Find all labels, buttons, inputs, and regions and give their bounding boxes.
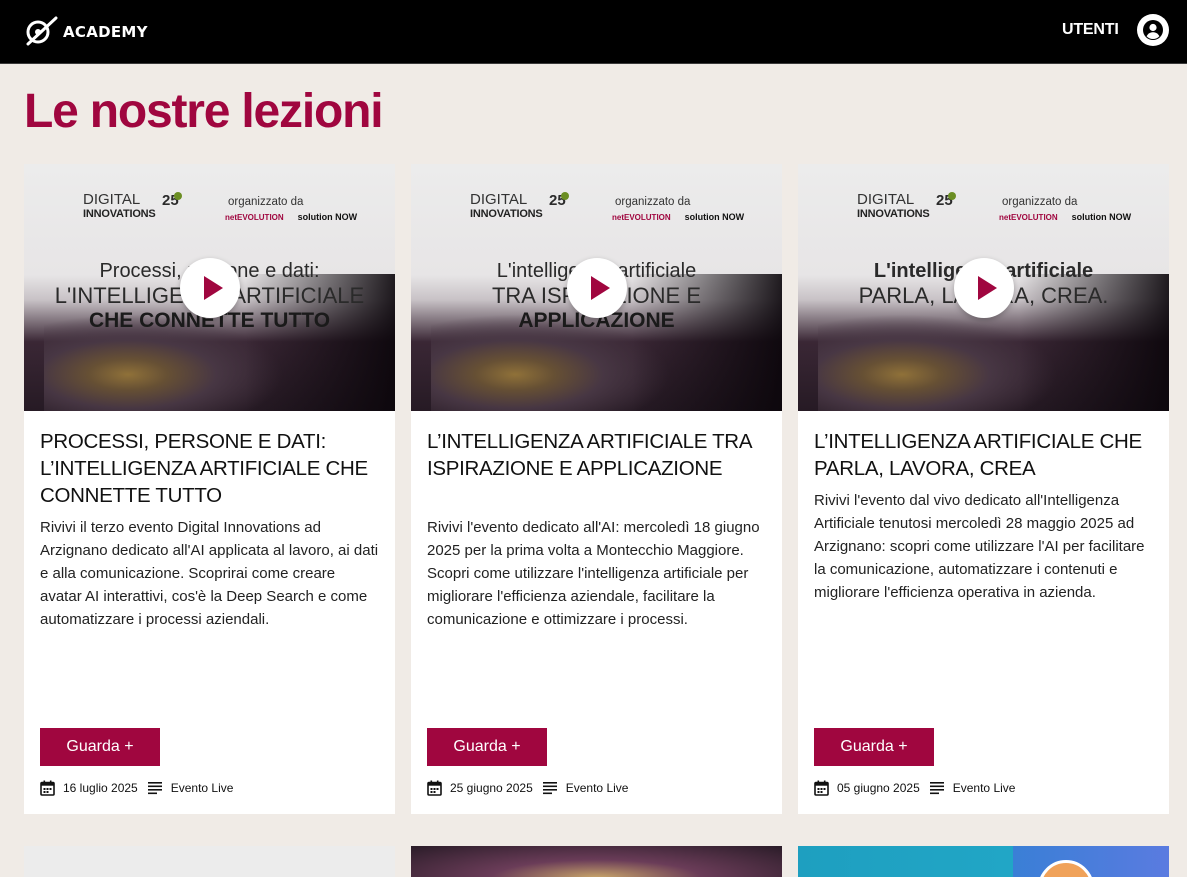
organizer-label: organizzato da [615, 196, 691, 208]
brand-label: ACADEMY [63, 22, 148, 41]
lesson-card: DIGITAL INNOVATIONS 25 organizzato da net… [411, 164, 782, 814]
lesson-meta: 16 luglio 2025 Evento Live [40, 778, 233, 798]
lesson-date: 25 giugno 2025 [450, 781, 533, 795]
lesson-type: Evento Live [170, 781, 234, 795]
text-lines-icon [929, 781, 944, 794]
event-brand: DIGITAL INNOVATIONS [470, 191, 543, 220]
academy-logo[interactable]: ACADEMY [24, 14, 148, 46]
logo-mark-icon [26, 16, 58, 46]
lesson-title[interactable]: L’INTELLIGENZA ARTIFICIALE CHE PARLA, LA… [814, 428, 1154, 482]
lesson-thumbnail[interactable]: DIGITAL INNOVATIONS 25 organizzato da net… [798, 164, 1169, 411]
play-icon[interactable] [954, 258, 1014, 318]
page-title: Le nostre lezioni [24, 85, 384, 138]
lesson-date: 16 luglio 2025 [63, 781, 138, 795]
lesson-type: Evento Live [565, 781, 629, 795]
lesson-type: Evento Live [952, 781, 1016, 795]
lesson-description: Rivivi il terzo evento Digital Innovatio… [40, 519, 379, 628]
event-year-badge: 25 [549, 192, 577, 218]
nav-users-link[interactable]: UTENTI [1062, 21, 1119, 39]
top-navbar: ACADEMY UTENTI [0, 0, 1187, 64]
user-avatar-button[interactable] [1137, 14, 1169, 46]
lesson-thumbnail[interactable]: DIGITAL INNOVATIONS 25 organizzato da net… [411, 164, 782, 411]
calendar-icon [814, 780, 829, 796]
lesson-thumbnail[interactable]: DIGITAL INNOVATIONS 25 organizzato da net… [24, 164, 395, 411]
watch-button[interactable]: Guarda + [427, 728, 547, 766]
lesson-card-peek[interactable] [411, 846, 782, 877]
lesson-meta: 05 giugno 2025 Evento Live [814, 778, 1015, 798]
organizer-logos: netEVOLUTION solution NOW [612, 212, 745, 222]
event-brand: DIGITAL INNOVATIONS [83, 191, 156, 220]
calendar-icon [427, 780, 442, 796]
lesson-title[interactable]: PROCESSI, PERSONE E DATI: L’INTELLIGENZA… [40, 428, 380, 509]
play-icon[interactable] [180, 258, 240, 318]
organizer-label: organizzato da [1002, 196, 1078, 208]
calendar-icon [40, 780, 55, 796]
lesson-description: Rivivi l'evento dedicato all'AI: mercole… [427, 519, 760, 628]
organizer-label: organizzato da [228, 196, 304, 208]
event-year-badge: 25 [936, 192, 964, 218]
organizer-logos: netEVOLUTION solution NOW [999, 212, 1132, 222]
lesson-meta: 25 giugno 2025 Evento Live [427, 778, 628, 798]
organizer-logos: netEVOLUTION solution NOW [225, 212, 358, 222]
lesson-description: Rivivi l'evento dal vivo dedicato all'In… [814, 492, 1145, 601]
user-circle-icon [1143, 20, 1163, 40]
lesson-card-peek[interactable] [24, 846, 395, 877]
text-lines-icon [147, 781, 162, 794]
event-year-badge: 25 [162, 192, 190, 218]
watch-button[interactable]: Guarda + [814, 728, 934, 766]
lesson-date: 05 giugno 2025 [837, 781, 920, 795]
watch-button[interactable]: Guarda + [40, 728, 160, 766]
lesson-title[interactable]: L’INTELLIGENZA ARTIFICIALE TRA ISPIRAZIO… [427, 428, 767, 482]
lesson-card-peek[interactable] [798, 846, 1169, 877]
play-icon[interactable] [567, 258, 627, 318]
lesson-card: DIGITAL INNOVATIONS 25 organizzato da net… [798, 164, 1169, 814]
text-lines-icon [542, 781, 557, 794]
lesson-card: DIGITAL INNOVATIONS 25 organizzato da net… [24, 164, 395, 814]
event-brand: DIGITAL INNOVATIONS [857, 191, 930, 220]
speaker-photo [1038, 860, 1094, 877]
